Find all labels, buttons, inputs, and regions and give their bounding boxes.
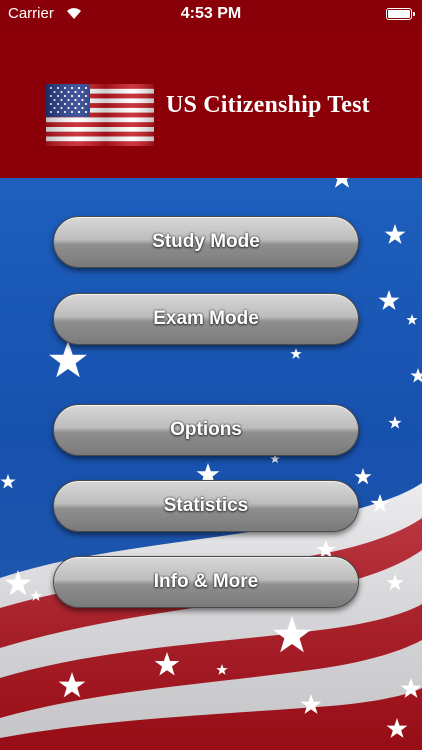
statistics-label: Statistics (163, 495, 249, 516)
options-button[interactable]: Options (53, 404, 359, 456)
us-flag-icon (46, 84, 154, 146)
battery-icon (386, 8, 415, 20)
exam-mode-label: Exam Mode (153, 308, 259, 329)
options-label: Options (170, 419, 242, 440)
app-header: US Citizenship Test (0, 28, 422, 178)
status-time: 4:53 PM (180, 5, 242, 22)
study-mode-button[interactable]: Study Mode (53, 216, 359, 268)
statistics-button[interactable]: Statistics (53, 480, 359, 532)
study-mode-label: Study Mode (152, 231, 260, 252)
info-more-label: Info & More (153, 571, 259, 592)
info-more-button[interactable]: Info & More (53, 556, 359, 608)
status-bar: Carrier 4:53 PM (0, 0, 422, 28)
exam-mode-button[interactable]: Exam Mode (53, 293, 359, 345)
app-title: US Citizenship Test (166, 92, 370, 118)
